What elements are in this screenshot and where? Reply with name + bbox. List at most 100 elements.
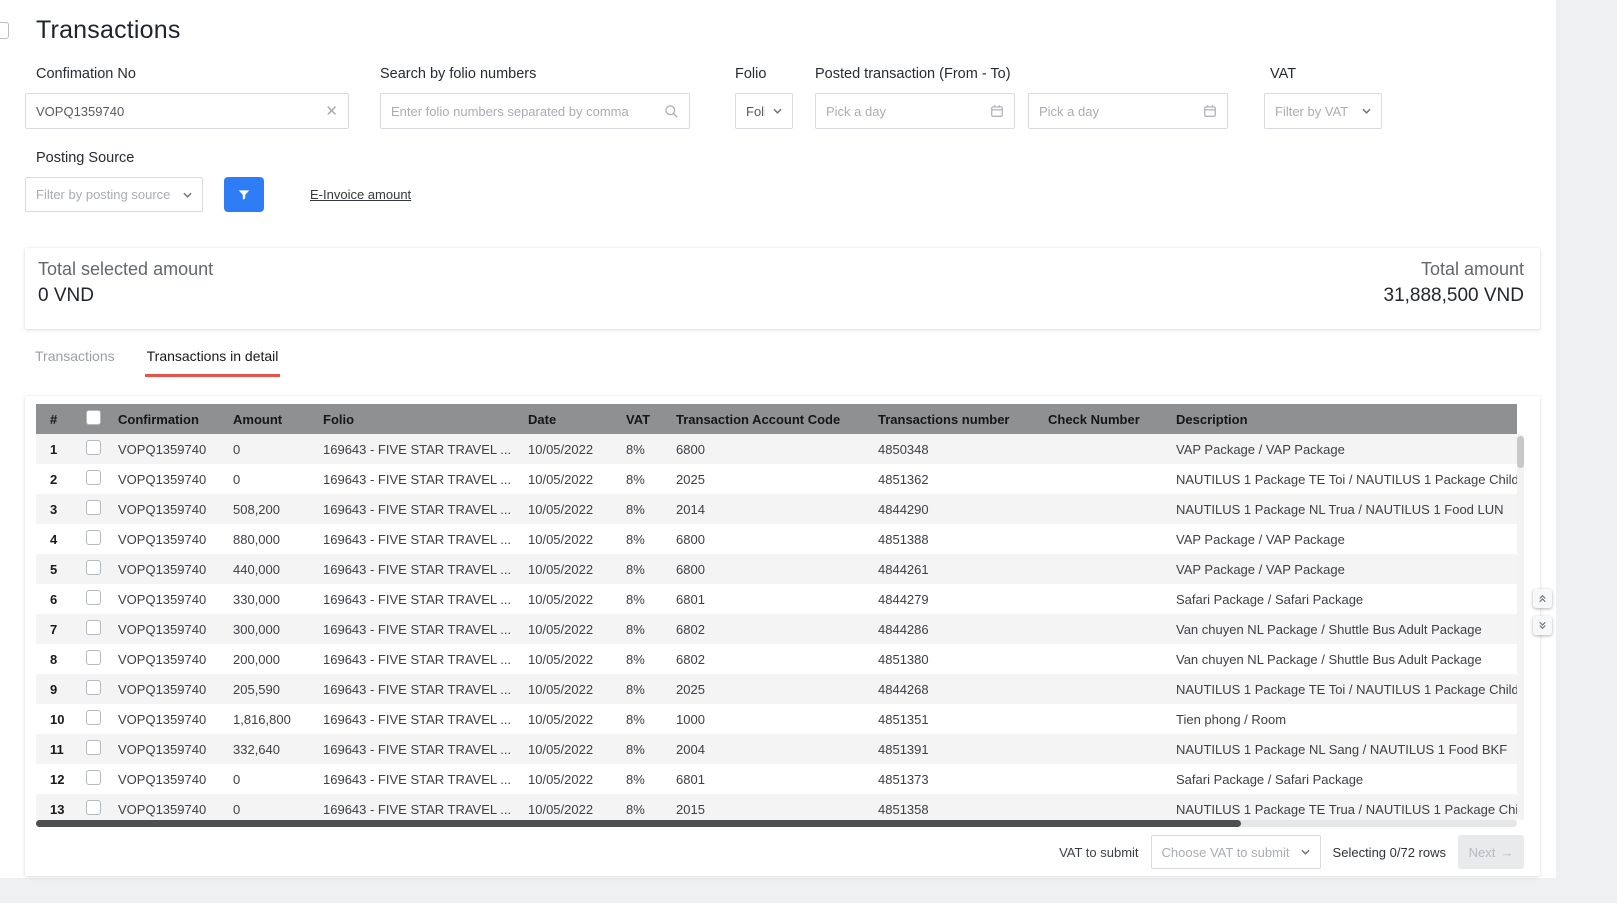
cell-transactions-number: 4844286 — [870, 614, 1040, 644]
folio-select[interactable]: Folio — [735, 93, 793, 129]
cell-check-number — [1040, 644, 1168, 674]
cell-folio: 169643 - FIVE STAR TRAVEL ... — [315, 614, 520, 644]
table-row[interactable]: 11 VOPQ1359740 332,640 169643 - FIVE STA… — [36, 734, 1517, 764]
posted-from-datepicker[interactable]: Pick a day — [815, 93, 1015, 129]
apply-filter-button[interactable] — [224, 177, 264, 212]
cell-check-number — [1040, 584, 1168, 614]
chevron-down-icon — [1301, 849, 1310, 855]
table-row[interactable]: 6 VOPQ1359740 330,000 169643 - FIVE STAR… — [36, 584, 1517, 614]
cell-account-code: 6800 — [668, 554, 870, 584]
cell-amount: 200,000 — [225, 644, 315, 674]
vat-to-submit-select[interactable]: Choose VAT to submit — [1151, 835, 1321, 869]
cell-vat: 8% — [618, 524, 668, 554]
posted-range-label: Posted transaction (From - To) — [815, 66, 1235, 82]
header-account-code: Transaction Account Code — [668, 404, 870, 434]
table-row[interactable]: 5 VOPQ1359740 440,000 169643 - FIVE STAR… — [36, 554, 1517, 584]
row-checkbox[interactable] — [86, 710, 101, 725]
row-number: 10 — [36, 704, 78, 734]
cell-transactions-number: 4844279 — [870, 584, 1040, 614]
row-checkbox[interactable] — [86, 680, 101, 695]
row-number: 5 — [36, 554, 78, 584]
row-checkbox[interactable] — [86, 440, 101, 455]
row-checkbox[interactable] — [86, 560, 101, 575]
row-checkbox[interactable] — [86, 620, 101, 635]
posting-source-select[interactable]: Filter by posting source — [25, 177, 203, 212]
tab-transactions-in-detail[interactable]: Transactions in detail — [145, 346, 281, 377]
search-icon — [664, 104, 679, 119]
table-row[interactable]: 9 VOPQ1359740 205,590 169643 - FIVE STAR… — [36, 674, 1517, 704]
table-row[interactable]: 7 VOPQ1359740 300,000 169643 - FIVE STAR… — [36, 614, 1517, 644]
tab-transactions[interactable]: Transactions — [33, 346, 117, 377]
cell-transactions-number: 4844261 — [870, 554, 1040, 584]
horizontal-scrollbar-thumb[interactable] — [36, 820, 1241, 827]
cell-check-number — [1040, 764, 1168, 794]
vat-select[interactable]: Filter by VAT — [1264, 93, 1382, 129]
confirmation-filter: Confimation No ✕ — [25, 66, 349, 129]
scroll-to-bottom-button[interactable] — [1533, 616, 1552, 635]
posting-source-filter: Posting Source Filter by posting source — [25, 150, 203, 212]
header-folio: Folio — [315, 404, 520, 434]
select-all-checkbox[interactable] — [86, 410, 101, 425]
cell-check-number — [1040, 674, 1168, 704]
table-row[interactable]: 1 VOPQ1359740 0 169643 - FIVE STAR TRAVE… — [36, 434, 1517, 464]
table-body: 1 VOPQ1359740 0 169643 - FIVE STAR TRAVE… — [36, 434, 1517, 824]
cell-amount: 0 — [225, 464, 315, 494]
cell-check-number — [1040, 734, 1168, 764]
transactions-table-card: # Confirmation Amount Folio Date VAT Tra… — [25, 396, 1540, 876]
cell-description: NAUTILUS 1 Package NL Sang / NAUTILUS 1 … — [1168, 734, 1517, 764]
cell-transactions-number: 4851373 — [870, 764, 1040, 794]
einvoice-amount-link[interactable]: E-Invoice amount — [310, 187, 411, 202]
row-checkbox[interactable] — [86, 770, 101, 785]
cell-confirmation: VOPQ1359740 — [110, 554, 225, 584]
selected-amount-value: 0 VND — [38, 285, 213, 307]
cell-account-code: 6802 — [668, 614, 870, 644]
row-number: 12 — [36, 764, 78, 794]
main-content: Transactions Confimation No ✕ Search by … — [0, 0, 1556, 878]
vat-to-submit-placeholder: Choose VAT to submit — [1162, 845, 1293, 860]
cell-confirmation: VOPQ1359740 — [110, 464, 225, 494]
cell-date: 10/05/2022 — [520, 584, 618, 614]
total-amount-value: 31,888,500 VND — [1384, 285, 1525, 307]
table-row[interactable]: 4 VOPQ1359740 880,000 169643 - FIVE STAR… — [36, 524, 1517, 554]
cell-vat: 8% — [618, 584, 668, 614]
cell-transactions-number: 4851388 — [870, 524, 1040, 554]
next-button[interactable]: Next → — [1458, 835, 1524, 869]
vertical-scrollbar-thumb[interactable] — [1517, 436, 1524, 468]
cell-check-number — [1040, 494, 1168, 524]
row-checkbox[interactable] — [86, 740, 101, 755]
row-checkbox[interactable] — [86, 590, 101, 605]
cell-vat: 8% — [618, 464, 668, 494]
table-row[interactable]: 10 VOPQ1359740 1,816,800 169643 - FIVE S… — [36, 704, 1517, 734]
double-chevron-up-icon — [1537, 593, 1548, 604]
cell-confirmation: VOPQ1359740 — [110, 734, 225, 764]
row-checkbox[interactable] — [86, 500, 101, 515]
table-row[interactable]: 3 VOPQ1359740 508,200 169643 - FIVE STAR… — [36, 494, 1517, 524]
row-checkbox[interactable] — [86, 800, 101, 815]
scroll-to-top-button[interactable] — [1533, 589, 1552, 608]
cell-confirmation: VOPQ1359740 — [110, 614, 225, 644]
partial-checkbox[interactable] — [0, 22, 9, 39]
cell-check-number — [1040, 614, 1168, 644]
posted-to-datepicker[interactable]: Pick a day — [1028, 93, 1228, 129]
cell-transactions-number: 4851391 — [870, 734, 1040, 764]
table-row[interactable]: 8 VOPQ1359740 200,000 169643 - FIVE STAR… — [36, 644, 1517, 674]
row-checkbox[interactable] — [86, 530, 101, 545]
cell-vat: 8% — [618, 644, 668, 674]
table-row[interactable]: 12 VOPQ1359740 0 169643 - FIVE STAR TRAV… — [36, 764, 1517, 794]
table-row[interactable]: 2 VOPQ1359740 0 169643 - FIVE STAR TRAVE… — [36, 464, 1517, 494]
cell-vat: 8% — [618, 554, 668, 584]
row-checkbox[interactable] — [86, 650, 101, 665]
selected-amount-label: Total selected amount — [38, 259, 213, 280]
cell-vat: 8% — [618, 494, 668, 524]
header-transactions-number: Transactions number — [870, 404, 1040, 434]
cell-description: Tien phong / Room — [1168, 704, 1517, 734]
confirmation-input[interactable] — [36, 104, 317, 119]
clear-icon[interactable]: ✕ — [325, 104, 338, 119]
cell-amount: 332,640 — [225, 734, 315, 764]
folio-search-input[interactable] — [391, 104, 656, 119]
cell-confirmation: VOPQ1359740 — [110, 584, 225, 614]
table-scroll-area: # Confirmation Amount Folio Date VAT Tra… — [36, 404, 1517, 824]
row-checkbox[interactable] — [86, 470, 101, 485]
row-checkbox-cell — [78, 524, 110, 554]
cell-folio: 169643 - FIVE STAR TRAVEL ... — [315, 434, 520, 464]
